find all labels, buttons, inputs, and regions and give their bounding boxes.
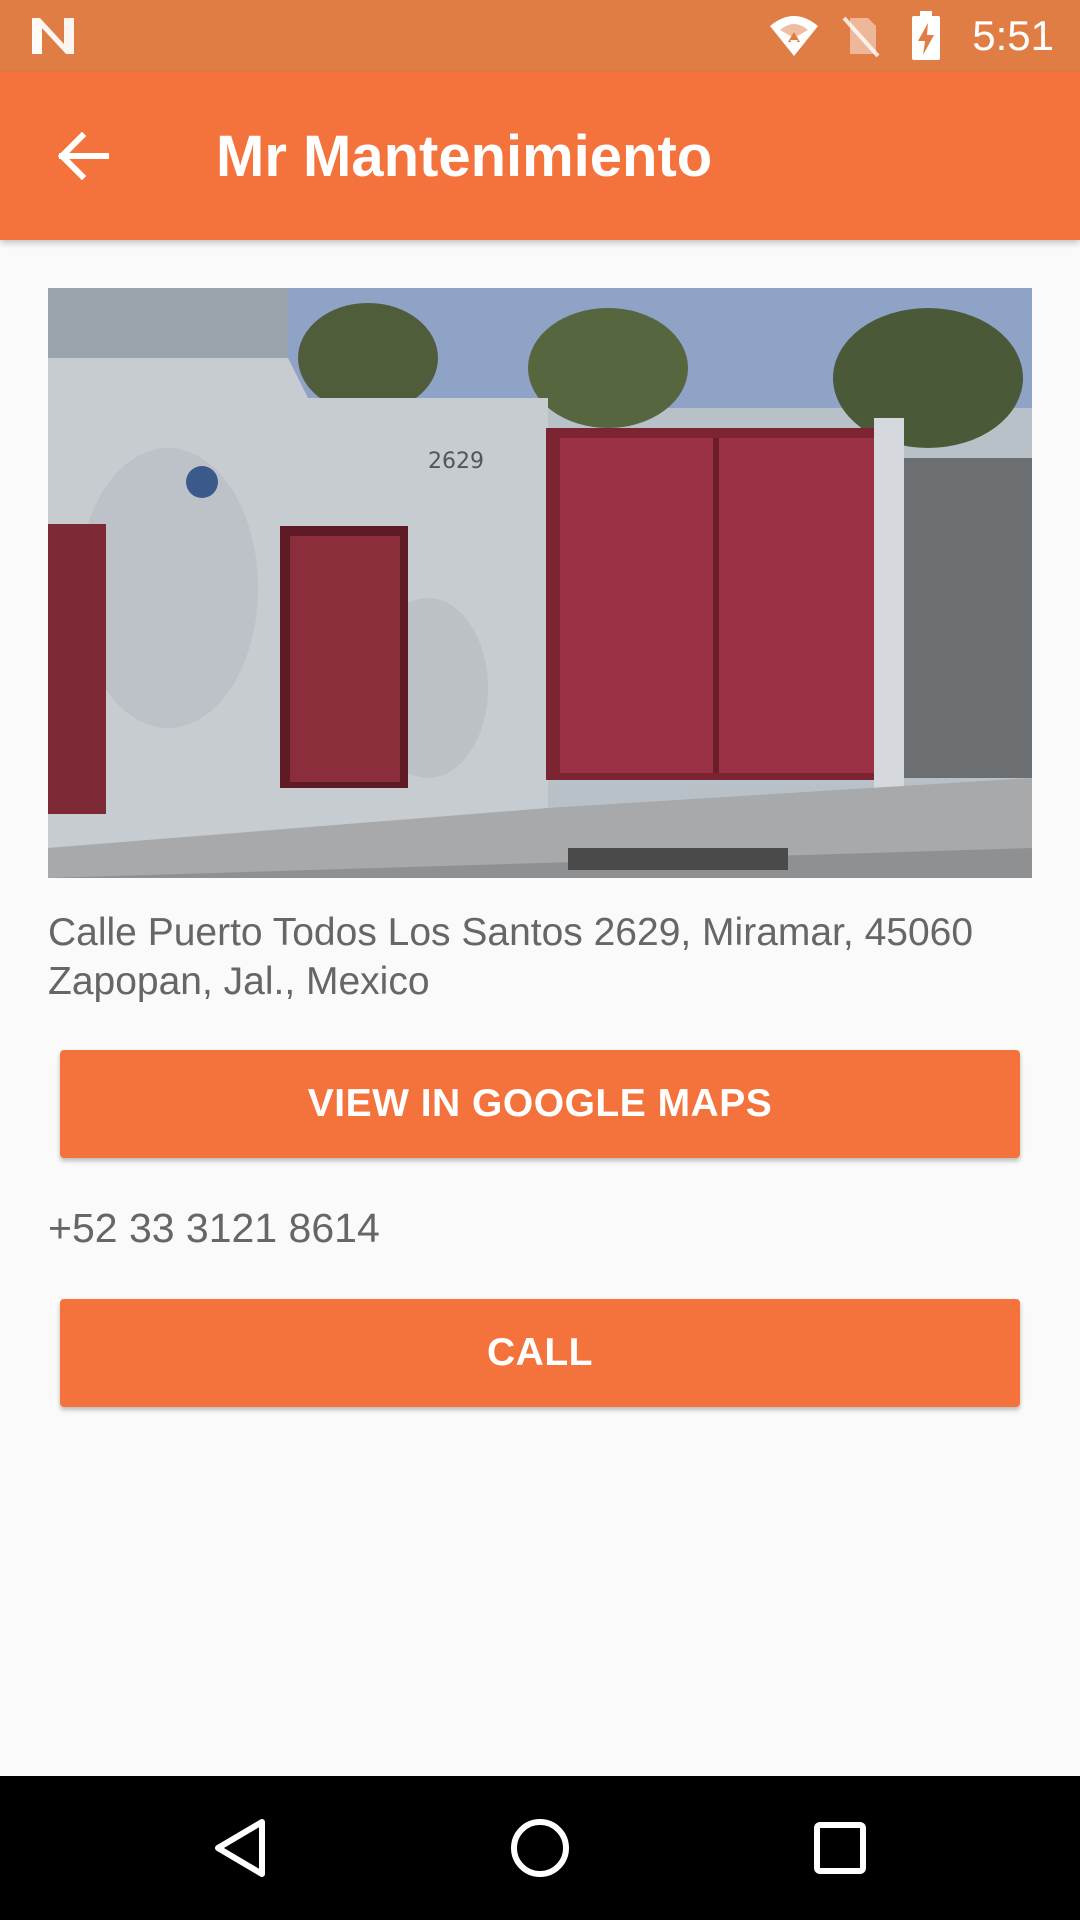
arrow-back-icon[interactable] bbox=[44, 116, 124, 196]
street-view-photo: 2629 bbox=[48, 288, 1032, 878]
no-sim-icon bbox=[832, 12, 888, 60]
battery-charging-icon bbox=[898, 11, 954, 60]
nav-recents-icon[interactable] bbox=[790, 1798, 890, 1898]
system-nav-bar bbox=[0, 1776, 1080, 1920]
notification-n-icon bbox=[30, 16, 76, 56]
svg-text:2629: 2629 bbox=[428, 449, 484, 474]
nav-back-icon[interactable] bbox=[190, 1798, 290, 1898]
status-time: 5:51 bbox=[972, 12, 1054, 59]
call-button[interactable]: CALL bbox=[60, 1299, 1020, 1407]
view-in-google-maps-label: VIEW IN GOOGLE MAPS bbox=[307, 1082, 773, 1125]
place-phone: +52 33 3121 8614 bbox=[48, 1205, 380, 1251]
wifi-icon bbox=[766, 12, 822, 60]
page-title: Mr Mantenimiento bbox=[216, 124, 713, 189]
nav-home-icon[interactable] bbox=[490, 1798, 590, 1898]
call-label: CALL bbox=[487, 1331, 593, 1374]
app-bar: Mr Mantenimiento bbox=[0, 72, 1080, 240]
status-bar: 5:51 bbox=[0, 0, 1080, 72]
place-details: 2629 Calle Puerto Todos Los Santos 2629,… bbox=[0, 240, 1080, 1776]
place-address: Calle Puerto Todos Los Santos 2629, Mira… bbox=[48, 911, 974, 1003]
view-in-google-maps-button[interactable]: VIEW IN GOOGLE MAPS bbox=[60, 1050, 1020, 1158]
